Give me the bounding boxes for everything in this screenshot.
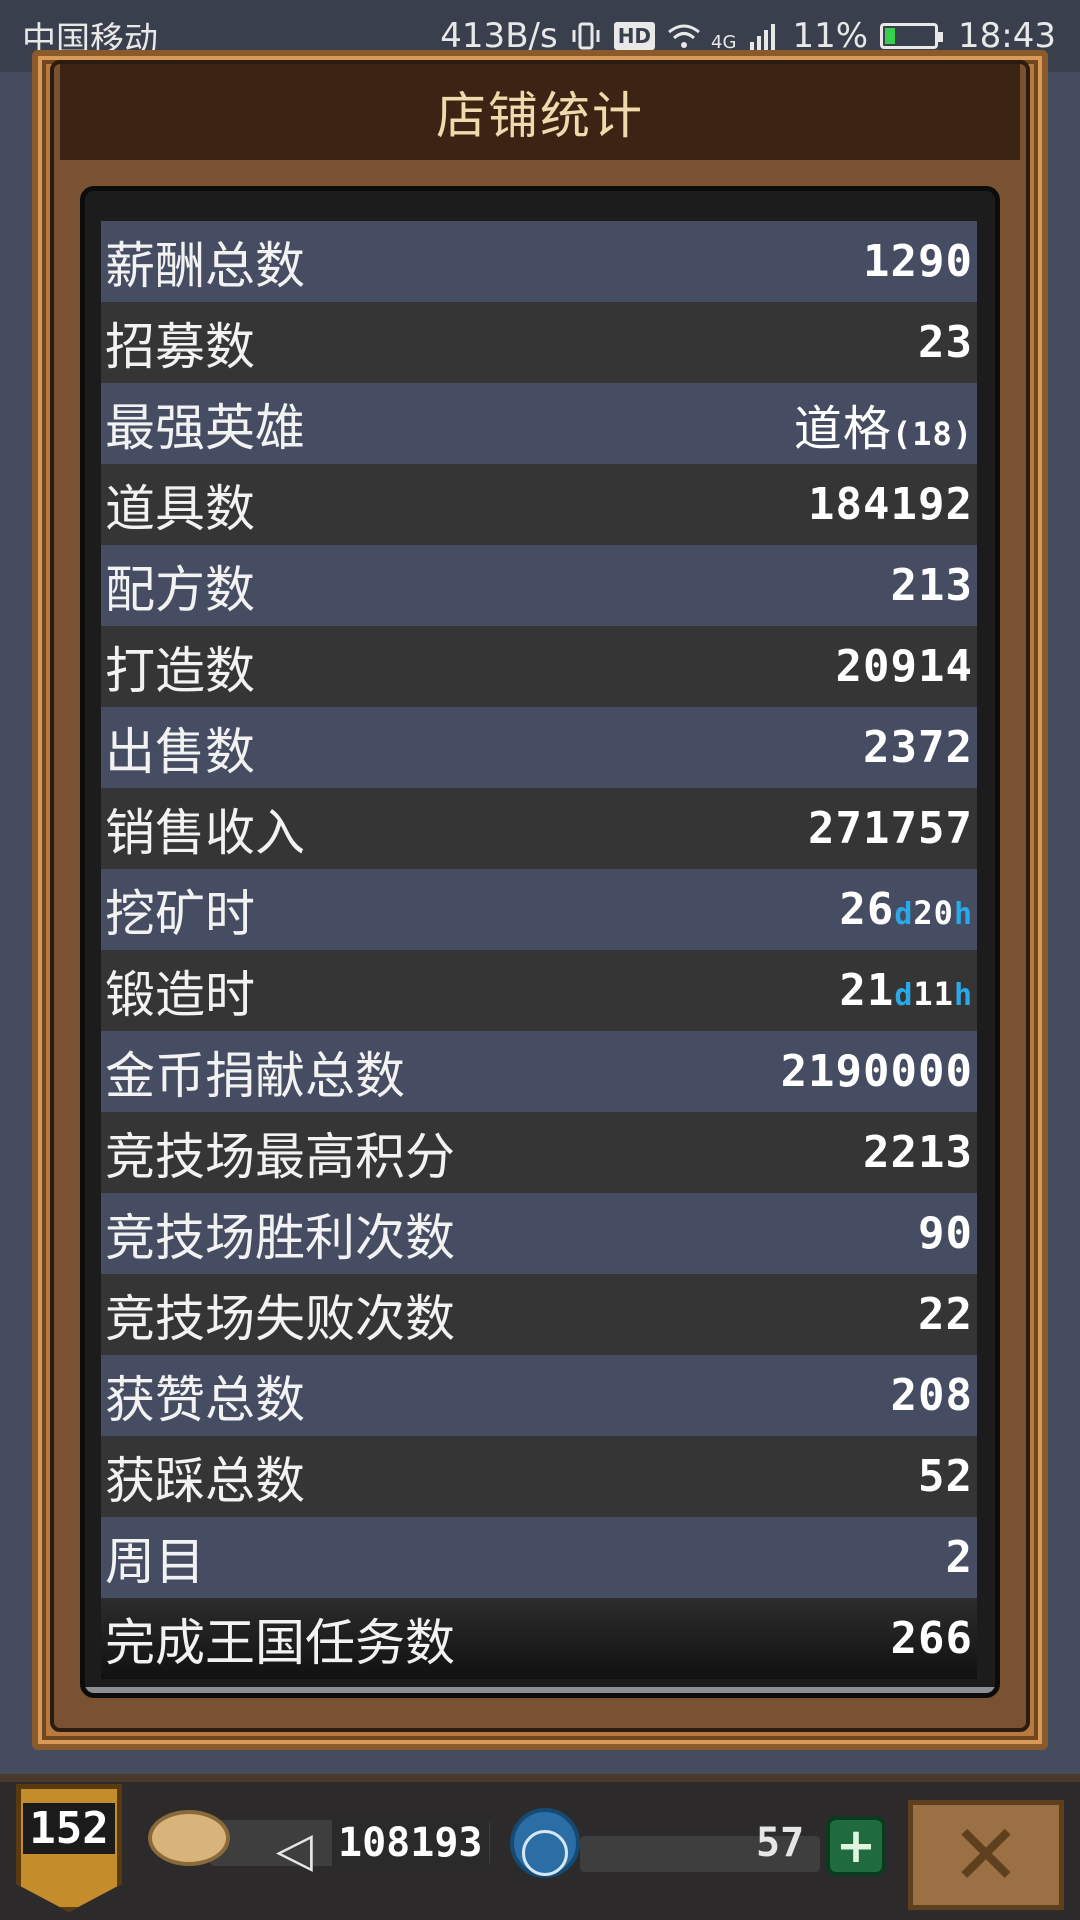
stat-label: 竞技场失败次数 — [105, 1289, 455, 1348]
stat-label: 锻造时 — [105, 965, 255, 1024]
stat-label: 获踩总数 — [105, 1451, 305, 1510]
duration-hours: 11 — [913, 975, 954, 1013]
coin-icon — [148, 1810, 230, 1866]
stat-label: 完成王国任务数 — [105, 1613, 455, 1672]
duration-day-unit: d — [894, 978, 914, 1013]
stat-label: 挖矿时 — [105, 884, 255, 943]
close-icon: ✕ — [950, 1806, 1022, 1904]
stat-value: 266 — [890, 1613, 973, 1664]
wifi-icon — [667, 20, 700, 52]
stat-row: 竞技场胜利次数 90 — [101, 1193, 977, 1274]
stat-label: 销售收入 — [105, 803, 305, 862]
stat-value: 23 — [918, 317, 973, 368]
stat-row: 最强英雄 道格 (18) — [101, 383, 977, 464]
stat-value: 1290 — [863, 236, 973, 287]
stat-row: 锻造时 21 d 11 h — [101, 950, 977, 1031]
stat-value: 22 — [918, 1289, 973, 1340]
stat-label: 周目 — [105, 1532, 205, 1591]
stat-value: 52 — [918, 1451, 973, 1502]
stat-value: 271757 — [808, 803, 973, 854]
duration-days: 26 — [839, 884, 895, 935]
stat-value: 20914 — [835, 641, 973, 692]
stat-value: 2190000 — [780, 1046, 973, 1097]
add-gems-button[interactable]: + — [826, 1816, 886, 1876]
signal-icon — [748, 20, 780, 52]
back-arrow-icon[interactable]: ◁ — [276, 1822, 322, 1878]
hd-badge: HD — [613, 22, 656, 50]
stat-label: 配方数 — [105, 560, 255, 619]
gold-amount: 108193 — [332, 1818, 489, 1868]
battery-icon — [880, 23, 944, 49]
gem-icon — [510, 1808, 580, 1878]
stat-row: 挖矿时 26 d 20 h — [101, 869, 977, 950]
stat-label: 金币捐献总数 — [105, 1046, 405, 1105]
level-value: 152 — [23, 1803, 115, 1854]
hero-name: 道格 — [793, 400, 892, 457]
stat-row: 获赞总数 208 — [101, 1355, 977, 1436]
stat-value: 21 d 11 h — [839, 965, 973, 1016]
stat-row: 招募数 23 — [101, 302, 977, 383]
stat-value: 2213 — [863, 1127, 973, 1178]
stat-label: 竞技场最高积分 — [105, 1127, 455, 1186]
stat-value: 2 — [945, 1532, 973, 1583]
stat-row: 出售数 2372 — [101, 707, 977, 788]
stat-row: 竞技场最高积分 2213 — [101, 1112, 977, 1193]
stat-label: 最强英雄 — [105, 398, 305, 457]
duration-hours: 20 — [913, 894, 954, 932]
duration-hour-unit: h — [953, 978, 973, 1013]
duration-day-unit: d — [894, 897, 914, 932]
stat-label: 获赞总数 — [105, 1370, 305, 1429]
duration-days: 21 — [839, 965, 895, 1016]
stat-row: 周目 2 — [101, 1517, 977, 1598]
stat-row: 竞技场失败次数 22 — [101, 1274, 977, 1355]
stat-row: 薪酬总数 1290 — [101, 221, 977, 302]
stat-row: 完成王国任务数 266 — [101, 1598, 977, 1679]
stat-label: 出售数 — [105, 722, 255, 781]
stat-value: 90 — [918, 1208, 973, 1259]
stat-value: 208 — [890, 1370, 973, 1421]
stat-row: 销售收入 271757 — [101, 788, 977, 869]
close-button[interactable]: ✕ — [908, 1800, 1064, 1910]
stat-label: 招募数 — [105, 317, 255, 376]
hero-level: (18) — [891, 414, 973, 453]
stat-row: 配方数 213 — [101, 545, 977, 626]
stat-row: 道具数 184192 — [101, 464, 977, 545]
stat-row: 打造数 20914 — [101, 626, 977, 707]
duration-hour-unit: h — [953, 897, 973, 932]
stat-row: 获踩总数 52 — [101, 1436, 977, 1517]
stat-label: 打造数 — [105, 641, 255, 700]
stats-list[interactable]: 薪酬总数 1290 招募数 23 最强英雄 道格 (18) 道具数 184192 配方数 213 打造… — [80, 186, 1000, 1698]
stat-row: 金币捐献总数 2190000 — [101, 1031, 977, 1112]
stat-value: 2372 — [863, 722, 973, 773]
stat-label: 薪酬总数 — [105, 236, 305, 295]
stat-value: 26 d 20 h — [839, 884, 973, 935]
stat-value: 184192 — [808, 479, 973, 530]
vibrate-icon — [570, 20, 602, 52]
stat-label: 竞技场胜利次数 — [105, 1208, 455, 1267]
panel-title: 店铺统计 — [60, 64, 1020, 160]
stat-value: 道格 (18) — [794, 389, 973, 459]
stat-label: 道具数 — [105, 479, 255, 538]
gem-amount: 57 — [756, 1820, 805, 1866]
stat-value: 213 — [890, 560, 973, 611]
